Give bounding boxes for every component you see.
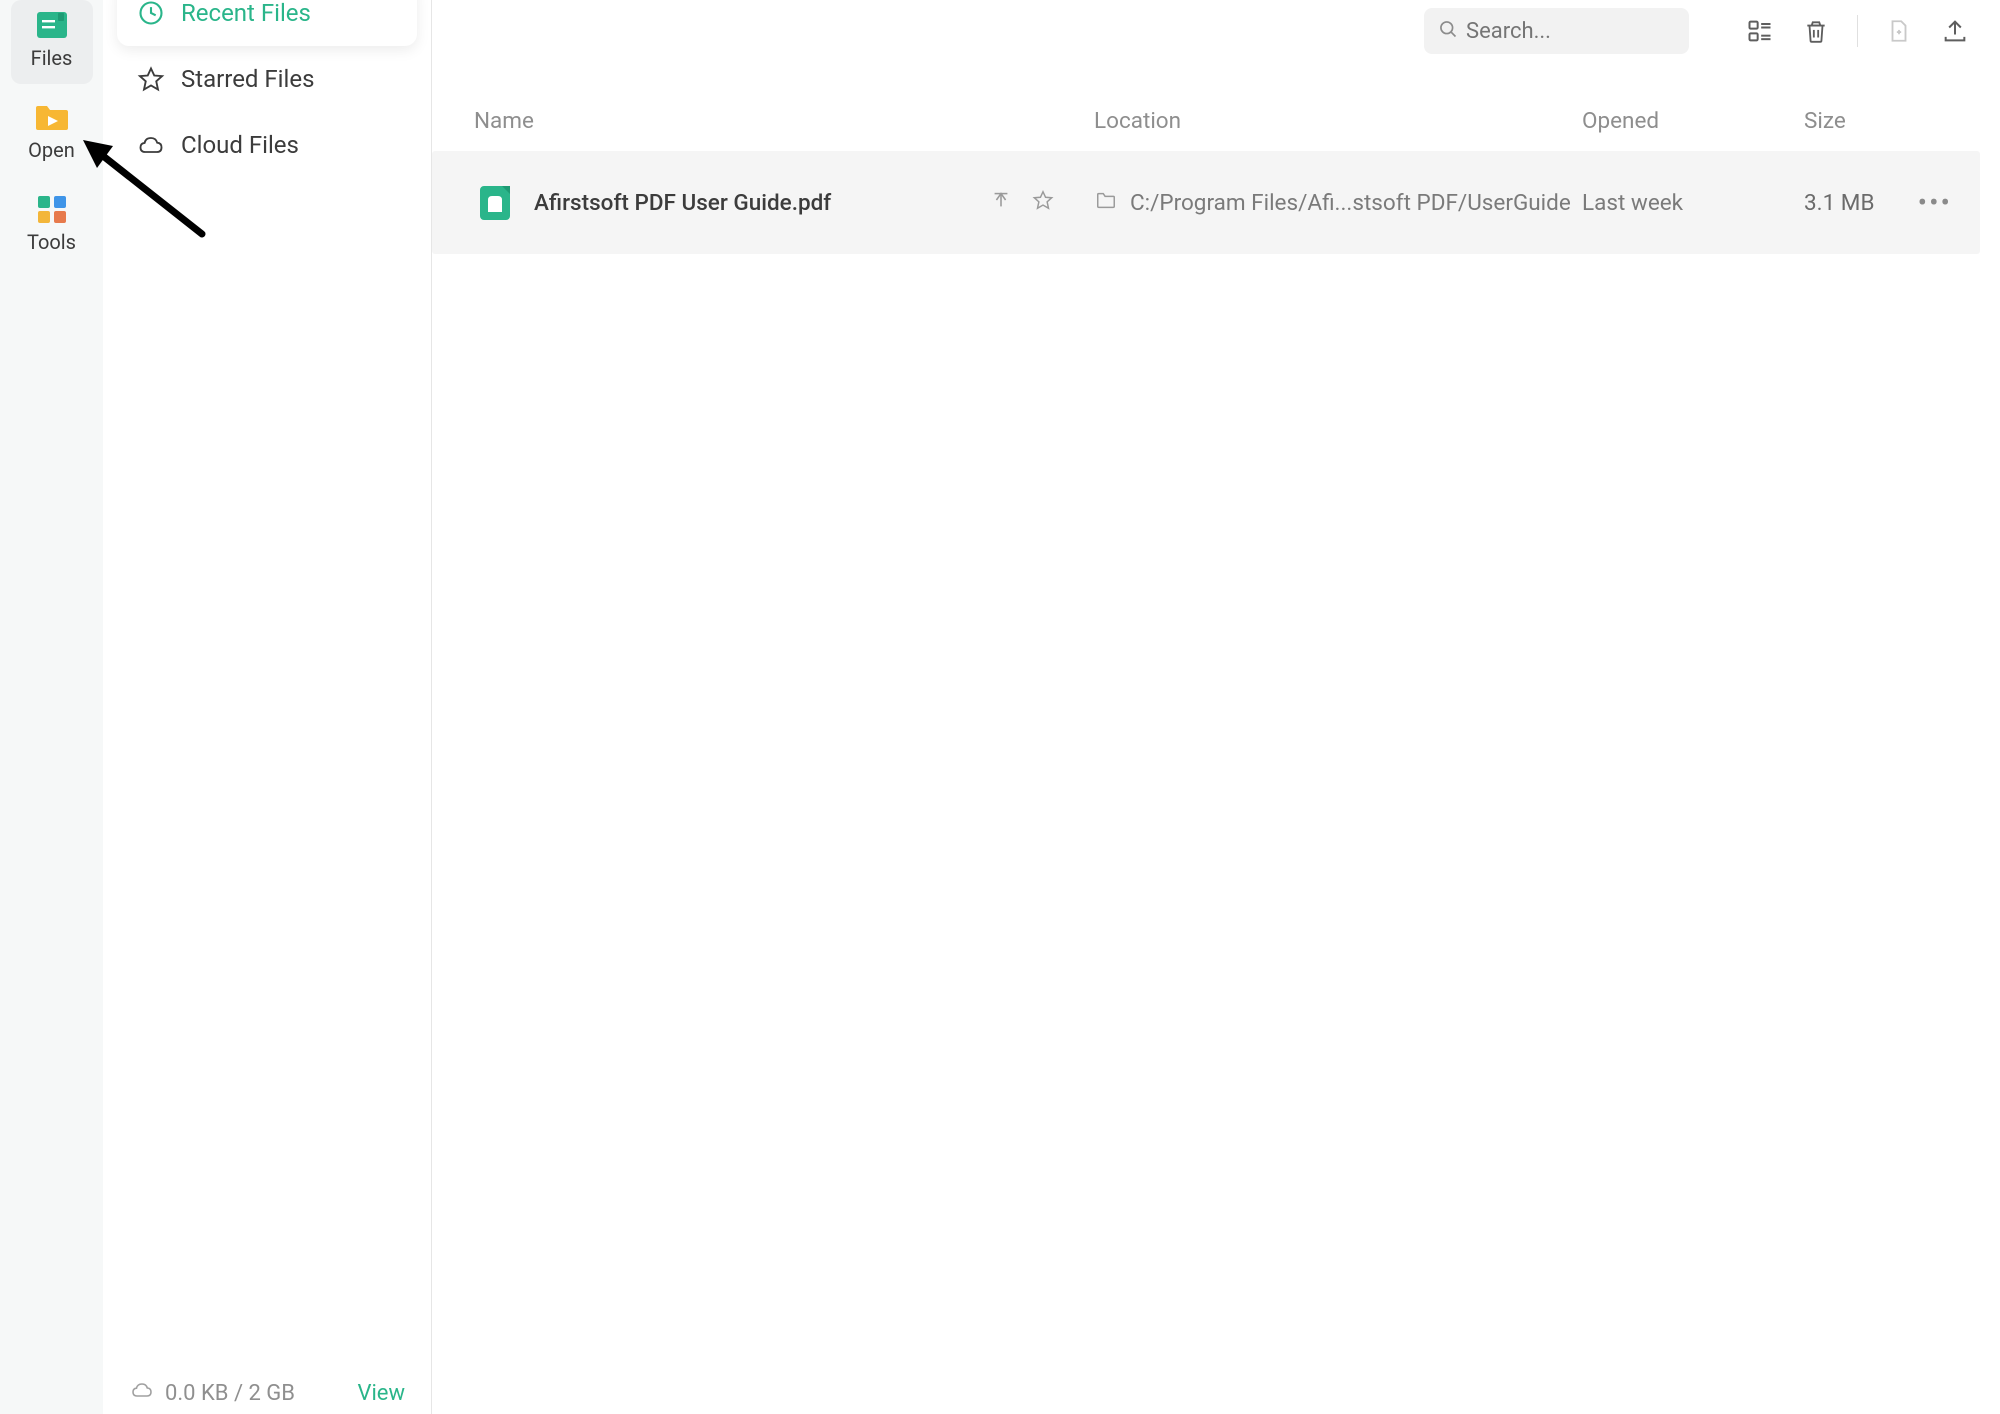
main-pane: Name Location Opened Size Afirstsoft PDF… [432,0,2000,1414]
file-row[interactable]: Afirstsoft PDF User Guide.pdf [432,151,1980,254]
clock-icon [137,0,165,27]
rail-open-label: Open [28,138,75,162]
col-size[interactable]: Size [1804,108,1956,134]
rail-tools-label: Tools [27,230,76,254]
sidebar-cloud-files[interactable]: Cloud Files [117,112,417,178]
view-toggle-button[interactable] [1741,12,1779,50]
rail-open[interactable]: Open [11,92,93,176]
file-size: 3.1 MB [1804,190,1874,216]
col-location[interactable]: Location [1094,108,1582,134]
storage-view-link[interactable]: View [357,1381,405,1406]
sidebar-list: Recent Files Starred Files Cloud Files [117,0,417,178]
sidebar-starred-label: Starred Files [181,65,314,93]
open-folder-icon [33,102,71,132]
search-box[interactable] [1424,8,1689,54]
storage-text: 0.0 KB / 2 GB [165,1381,295,1406]
col-name[interactable]: Name [474,108,1094,134]
sidebar: Recent Files Starred Files Cloud Files [103,0,432,1414]
toolbar-separator [1857,15,1858,47]
rail-tools[interactable]: Tools [11,184,93,268]
files-icon [33,10,71,40]
file-name-cell: Afirstsoft PDF User Guide.pdf [534,189,1094,217]
trash-button[interactable] [1797,12,1835,50]
col-opened[interactable]: Opened [1582,108,1804,134]
more-icon[interactable]: ••• [1918,186,1956,219]
topbar [432,0,1980,62]
cloud-storage-icon [129,1378,155,1408]
search-icon [1438,19,1458,43]
star-icon[interactable] [1032,189,1054,217]
search-input[interactable] [1466,19,1675,44]
rail-files[interactable]: Files [11,0,93,84]
rail-files-label: Files [31,46,73,70]
folder-icon [1094,189,1118,217]
tools-icon [33,194,71,224]
pdf-file-icon [474,182,516,224]
left-rail: Files Open Tools [0,0,103,1414]
sidebar-cloud-label: Cloud Files [181,131,299,159]
file-size-cell: 3.1 MB ••• [1804,186,1956,219]
upload-button[interactable] [1936,12,1974,50]
file-opened-cell: Last week [1582,190,1804,216]
pin-icon[interactable] [990,189,1012,217]
sidebar-recent-files[interactable]: Recent Files [117,0,417,46]
star-icon [137,65,165,93]
file-name: Afirstsoft PDF User Guide.pdf [534,190,831,216]
sidebar-footer: 0.0 KB / 2 GB View [117,1378,417,1414]
new-file-button[interactable] [1880,12,1918,50]
column-headers: Name Location Opened Size [432,68,1980,149]
file-location: C:/Program Files/Afi...stsoft PDF/UserGu… [1130,190,1571,216]
cloud-icon [137,131,165,159]
sidebar-starred-files[interactable]: Starred Files [117,46,417,112]
sidebar-recent-label: Recent Files [181,0,311,27]
file-location-cell[interactable]: C:/Program Files/Afi...stsoft PDF/UserGu… [1094,189,1582,217]
